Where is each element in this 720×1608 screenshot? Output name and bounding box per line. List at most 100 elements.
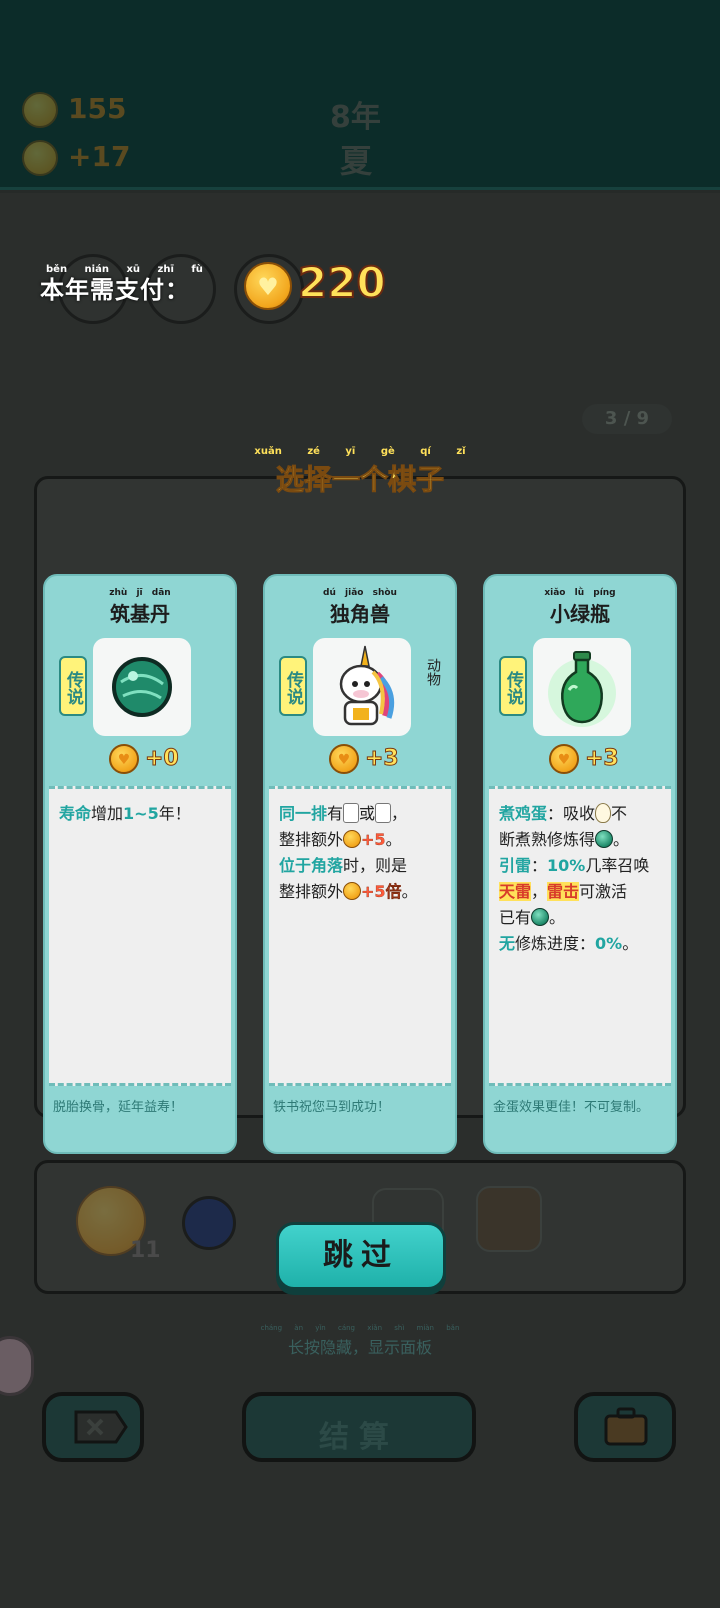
payment-amount: 220 (297, 257, 387, 308)
description-text: 修炼进度： (515, 934, 596, 953)
description-text: 。 (401, 882, 418, 901)
rarity-badge: 传说 (59, 656, 87, 716)
choose-title: 选择一个棋子 (275, 463, 444, 497)
description-text: 几率召唤 (585, 856, 650, 875)
unicorn-icon (375, 803, 392, 823)
card-value: +3 (365, 746, 400, 772)
description-keyword: 天雷 (499, 882, 532, 901)
description-keyword: 煮鸡蛋 (499, 804, 548, 823)
description-text: ， (391, 804, 408, 823)
card-flavor-text: 金蛋效果更佳！不可复制。 (493, 1100, 650, 1115)
description-line: 寿命增加1~5年！ (59, 801, 221, 827)
description-line: 无修炼进度：0%。 (499, 931, 661, 957)
delete-x-icon (74, 1410, 128, 1444)
value-coin-icon: ♥ (109, 744, 139, 774)
description-line: 煮鸡蛋：吸收不 (499, 801, 661, 827)
card-description: 煮鸡蛋：吸收不断煮熟修炼得。引雷：10%几率召唤 天雷，雷击可激活 已有。无修炼进度… (489, 786, 671, 1086)
piece-card-zhujidan[interactable]: zhù jī dān 筑基丹 传说 ♥ +0 寿命增加1~5年！ 脱胎换骨，延年… (43, 574, 237, 1154)
description-text: 。 (613, 830, 630, 849)
coin-icon (343, 830, 362, 848)
description-keyword: +5倍 (361, 882, 402, 901)
card-name: 独角兽 (330, 602, 390, 626)
description-text: ： (531, 856, 548, 875)
card-name: 小绿瓶 (550, 602, 610, 626)
description-text: ：吸收 (547, 804, 596, 823)
card-value: +3 (585, 746, 620, 772)
pick-progress: 3 / 9 (582, 404, 672, 434)
description-keyword: 雷击 (547, 882, 580, 901)
skip-button[interactable]: 跳过 (276, 1222, 446, 1290)
hint-pinyin: cháng àn yǐn cáng xiǎn shì miàn bǎn (260, 1324, 460, 1332)
bag-button[interactable] (574, 1392, 676, 1462)
description-keyword: +5 (361, 830, 386, 849)
description-keyword: 无 (499, 934, 516, 953)
description-text: 。 (549, 908, 566, 927)
unicorn-icon (343, 803, 360, 823)
description-line: 已有。 (499, 905, 661, 931)
choose-title-pinyin: xuǎn zé yī gè qí zǐ (254, 446, 466, 457)
description-text: 整排额外 (279, 882, 344, 901)
description-keyword: 引雷 (499, 856, 532, 875)
description-keyword: 10% (547, 856, 586, 875)
description-line: 整排额外 +5。 (279, 827, 441, 853)
card-name: 筑基丹 (110, 602, 170, 626)
rarity-badge: 传说 (499, 656, 527, 716)
card-icon-box (533, 638, 631, 736)
description-text: 有 (327, 804, 344, 823)
inventory-orb-icon (182, 1196, 236, 1250)
delete-button[interactable] (42, 1392, 144, 1462)
briefcase-icon (604, 1407, 648, 1446)
coin-icon (22, 92, 58, 128)
piece-card-green-bottle[interactable]: xiǎo lǜ píng 小绿瓶 传说 ♥ +3 煮鸡蛋：吸收不断煮熟修炼得。引… (483, 574, 677, 1154)
inventory-count: 11 (130, 1238, 161, 1263)
income-coin-icon (22, 140, 58, 176)
description-line: 同一排有或 ， (279, 801, 441, 827)
card-value: +0 (145, 746, 180, 772)
rarity-badge: 传说 (279, 656, 307, 716)
card-description: 寿命增加1~5年！ (49, 786, 231, 1086)
description-keyword: 0% (595, 934, 623, 953)
season-label: 夏 (340, 142, 373, 180)
value-coin-icon: ♥ (329, 744, 359, 774)
card-name-pinyin: dú jiǎo shòu (323, 588, 397, 598)
description-text: 年！ (158, 804, 191, 823)
value-coin-icon: ♥ (549, 744, 579, 774)
card-icon-box (313, 638, 411, 736)
payment-coin-icon: ♥ (244, 262, 292, 310)
description-line: 天雷，雷击可激活 (499, 879, 661, 905)
coin-count: 155 (68, 92, 127, 125)
description-text: 整排额外 (279, 830, 344, 849)
unicorn-icon (339, 645, 395, 726)
card-name-pinyin: zhù jī dān (109, 588, 171, 598)
egg-icon (595, 803, 612, 823)
coin-icon (343, 882, 362, 900)
description-keyword: 同一排 (279, 804, 328, 823)
description-line: 整排额外 +5倍。 (279, 879, 441, 905)
description-line: 位于角落时，则是 (279, 853, 441, 879)
description-keyword: 寿命 (59, 804, 92, 823)
green-orb-icon (531, 908, 550, 926)
card-name-pinyin: xiǎo lǜ píng (544, 588, 616, 598)
piece-card-unicorn[interactable]: dú jiǎo shòu 独角兽 传说 动物 ♥ +3 同一排有或 ， 整排额外 +5… (263, 574, 457, 1154)
description-text: 可激活 (579, 882, 628, 901)
inventory-frame-icon (476, 1186, 542, 1252)
top-status-bar: 155 +17 8年 夏 (0, 0, 720, 190)
green-orb-icon (595, 830, 614, 848)
payment-label: 本年需支付： (40, 276, 190, 304)
description-line: 断煮熟修炼得。 (499, 827, 661, 853)
description-text: 增加 (91, 804, 124, 823)
description-text: 不 (611, 804, 628, 823)
description-text: 断煮熟修炼得 (499, 830, 596, 849)
card-flavor-text: 铁书祝您马到成功！ (273, 1100, 391, 1115)
description-text: ， (531, 882, 548, 901)
settle-label: 结算 (319, 1420, 399, 1455)
green-bottle-icon (548, 651, 616, 727)
description-line: 引雷：10%几率召唤 (499, 853, 661, 879)
hold-to-hide-hint[interactable]: 长按隐藏，显示面板 (0, 1334, 720, 1358)
card-flavor-text: 脱胎换骨，延年益寿！ (53, 1100, 184, 1115)
income-count: +17 (68, 140, 131, 173)
description-keyword: 1~5 (123, 804, 159, 823)
settle-button[interactable]: 结算 (242, 1392, 476, 1462)
green-orb-icon (112, 657, 172, 717)
card-description: 同一排有或， 整排额外 +5 。 位于角落时，则是 整排额外 +5倍。 (269, 786, 451, 1086)
